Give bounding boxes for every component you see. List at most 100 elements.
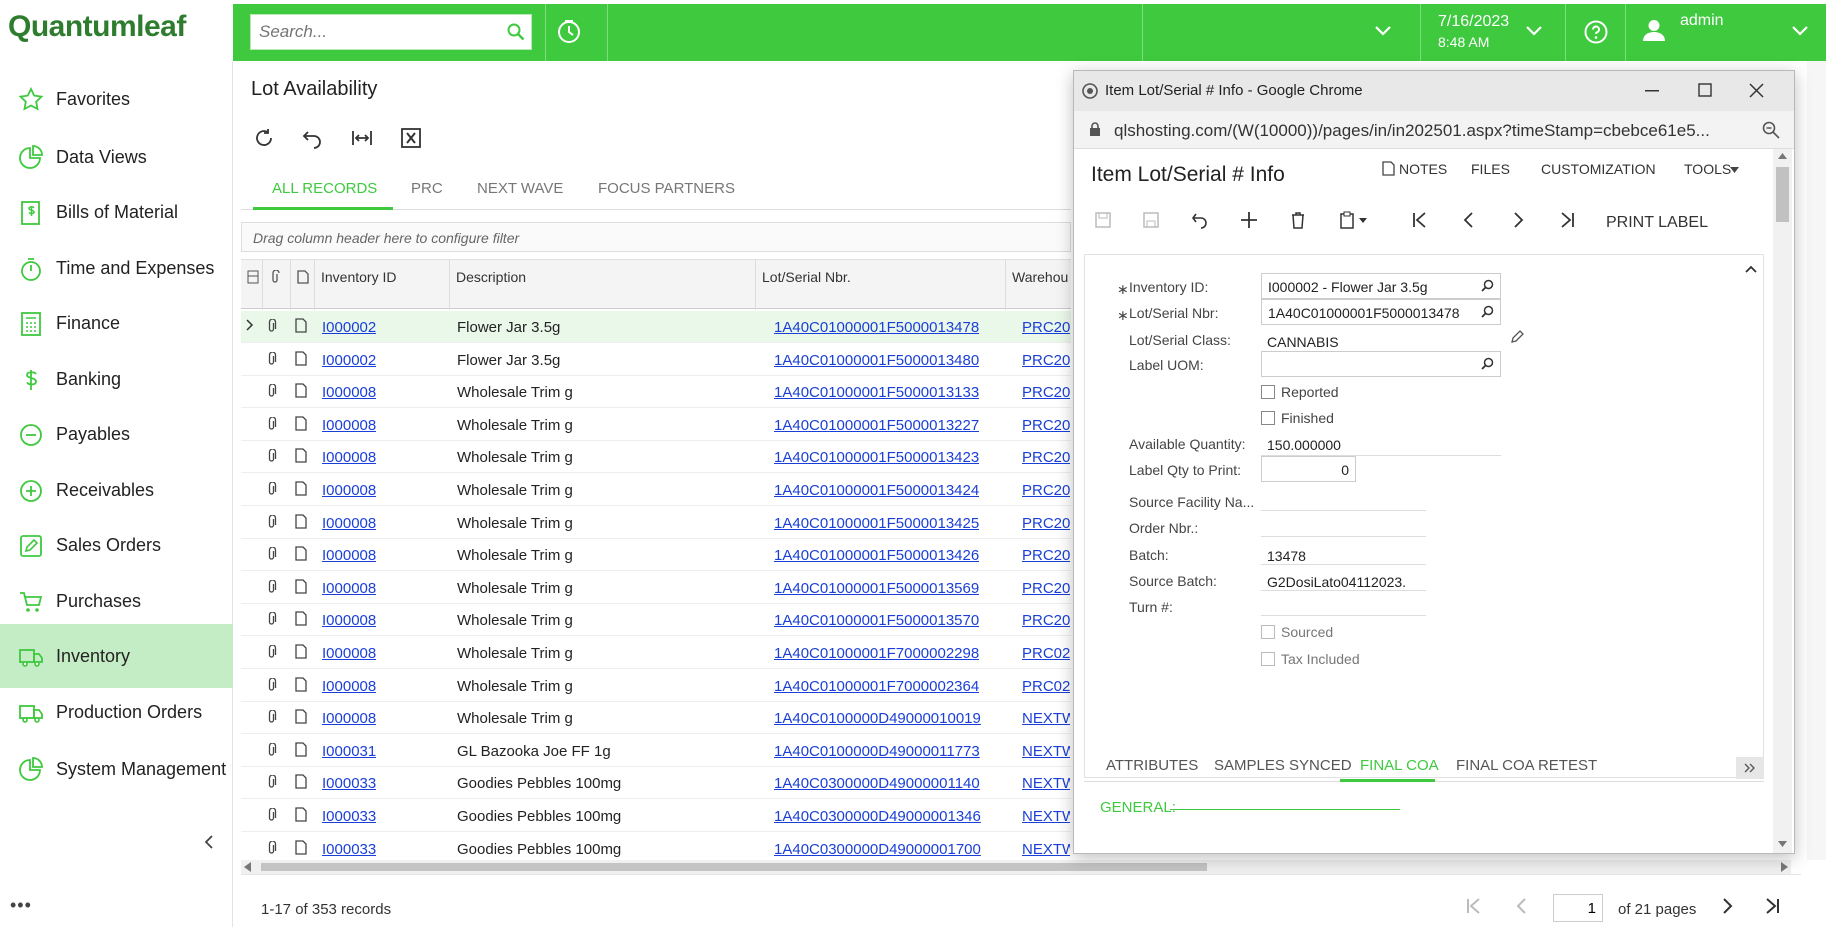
- label-uom-field[interactable]: [1261, 351, 1501, 377]
- warehouse-link[interactable]: NEXTW: [1022, 808, 1070, 825]
- lot-serial-link[interactable]: 1A40C01000001F5000013425: [774, 515, 979, 532]
- inventory-id-link[interactable]: I000008: [322, 417, 376, 434]
- vertical-scrollbar[interactable]: [1773, 149, 1792, 853]
- fit-columns-icon[interactable]: [350, 126, 374, 150]
- tab-focus-partners[interactable]: FOCUS PARTNERS: [598, 180, 735, 197]
- refresh-icon[interactable]: [252, 126, 276, 150]
- files-menu[interactable]: FILES: [1471, 161, 1510, 177]
- last-page-icon[interactable]: [1763, 897, 1781, 915]
- table-row[interactable]: I000031 GL Bazooka Joe FF 1g 1A40C0100000D…: [241, 735, 1071, 767]
- paperclip-icon[interactable]: [266, 319, 277, 333]
- search-input[interactable]: [251, 15, 491, 49]
- select-column-header[interactable]: [241, 260, 263, 310]
- paperclip-icon[interactable]: [266, 645, 277, 659]
- document-icon[interactable]: [295, 318, 307, 333]
- inventory-id-link[interactable]: I000008: [322, 678, 376, 695]
- document-icon[interactable]: [295, 513, 307, 529]
- chevron-down-icon[interactable]: [1526, 26, 1542, 36]
- lot-serial-link[interactable]: 1A40C0300000D49000001346: [774, 808, 981, 825]
- inventory-id-link[interactable]: I000031: [322, 743, 376, 760]
- collapse-sidebar-icon[interactable]: [204, 834, 214, 850]
- lot-serial-link[interactable]: 1A40C0100000D49000011773: [774, 743, 980, 760]
- lot-serial-link[interactable]: 1A40C0300000D49000001140: [774, 775, 980, 792]
- lot-serial-link[interactable]: 1A40C01000001F7000002364: [774, 678, 979, 695]
- user-icon[interactable]: [1642, 18, 1666, 42]
- sourced-checkbox[interactable]: [1261, 625, 1275, 639]
- sidebar-item-bills-of-material[interactable]: Bills of Material: [0, 180, 233, 244]
- save-icon[interactable]: [1142, 211, 1160, 229]
- table-row[interactable]: I000008 Wholesale Trim g 1A40C01000001F700…: [241, 670, 1071, 702]
- table-row[interactable]: I000008 Wholesale Trim g 1A40C01000001F500…: [241, 507, 1071, 539]
- warehouse-link[interactable]: PRC20: [1022, 580, 1070, 597]
- scrollbar-thumb[interactable]: [261, 863, 1207, 871]
- document-icon[interactable]: [295, 416, 307, 431]
- window-titlebar[interactable]: Item Lot/Serial # Info - Google Chrome: [1074, 71, 1794, 111]
- paperclip-icon[interactable]: [266, 482, 277, 496]
- document-icon[interactable]: [295, 676, 307, 692]
- note-icon[interactable]: [1382, 161, 1395, 176]
- next-record-icon[interactable]: [1509, 211, 1527, 229]
- next-page-icon[interactable]: [1718, 897, 1736, 915]
- table-row[interactable]: I000033 Goodies Pebbles 100mg 1A40C0300000…: [241, 767, 1071, 800]
- document-icon[interactable]: [295, 644, 307, 659]
- inventory-id-link[interactable]: I000008: [322, 449, 376, 466]
- finished-checkbox[interactable]: [1261, 411, 1275, 425]
- scroll-right-icon[interactable]: [1780, 862, 1788, 872]
- inventory-id-link[interactable]: I000008: [322, 384, 376, 401]
- lot-serial-link[interactable]: 1A40C01000001F5000013227: [774, 417, 979, 434]
- filter-bar[interactable]: Drag column header here to configure fil…: [241, 222, 1071, 252]
- table-row[interactable]: I000008 Wholesale Trim g 1A40C01000001F500…: [241, 409, 1071, 441]
- search-icon[interactable]: [1481, 279, 1494, 292]
- search-icon[interactable]: [507, 23, 525, 41]
- first-page-icon[interactable]: [1465, 897, 1483, 915]
- zoom-icon[interactable]: [1762, 121, 1780, 139]
- document-icon[interactable]: [295, 481, 307, 496]
- lot-serial-field[interactable]: 1A40C01000001F5000013478: [1261, 299, 1501, 325]
- inventory-id-link[interactable]: I000008: [322, 515, 376, 532]
- table-row[interactable]: I000008 Wholesale Trim g 1A40C01000001F500…: [241, 604, 1071, 637]
- search-icon[interactable]: [1481, 305, 1494, 318]
- warehouse-link[interactable]: PRC20: [1022, 482, 1070, 499]
- delete-icon[interactable]: [1289, 211, 1307, 229]
- address-bar[interactable]: qlshosting.com/(W(10000))/pages/in/in202…: [1074, 111, 1794, 149]
- reported-checkbox[interactable]: [1261, 385, 1275, 399]
- document-icon[interactable]: [295, 709, 307, 724]
- app-logo[interactable]: Quantumleaf: [8, 10, 228, 50]
- paperclip-icon[interactable]: [266, 808, 277, 822]
- help-icon[interactable]: [1584, 20, 1608, 44]
- table-row[interactable]: I000008 Wholesale Trim g 1A40C01000001F500…: [241, 572, 1071, 604]
- sidebar-item-finance[interactable]: Finance: [0, 291, 233, 355]
- lot-serial-link[interactable]: 1A40C0300000D49000001700: [774, 841, 981, 858]
- document-icon[interactable]: [295, 448, 307, 464]
- lot-serial-link[interactable]: 1A40C01000001F5000013424: [774, 482, 979, 499]
- document-icon[interactable]: [295, 611, 307, 627]
- lot-serial-link[interactable]: 1A40C01000001F5000013423: [774, 449, 979, 466]
- label-qty-field[interactable]: 0: [1261, 456, 1356, 482]
- tab-samples-synced[interactable]: SAMPLES SYNCED: [1214, 757, 1352, 774]
- document-icon[interactable]: [295, 742, 307, 757]
- chevron-down-icon[interactable]: [1792, 26, 1808, 36]
- table-row[interactable]: I000008 Wholesale Trim g 1A40C01000001F700…: [241, 637, 1071, 669]
- lot-serial-link[interactable]: 1A40C01000001F5000013480: [774, 352, 979, 369]
- paperclip-icon[interactable]: [266, 579, 277, 594]
- table-row[interactable]: I000002 Flower Jar 3.5g 1A40C01000001F5000…: [241, 311, 1071, 343]
- tab-attributes[interactable]: ATTRIBUTES: [1106, 757, 1198, 774]
- lot-serial-link[interactable]: 1A40C01000001F5000013569: [774, 580, 979, 597]
- more-tabs-button[interactable]: [1736, 757, 1764, 779]
- paperclip-icon[interactable]: [266, 351, 277, 366]
- warehouse-link[interactable]: PRC02: [1022, 645, 1070, 662]
- tax-included-checkbox[interactable]: [1261, 652, 1275, 666]
- document-icon[interactable]: [295, 546, 307, 561]
- warehouse-link[interactable]: NEXTW: [1022, 775, 1070, 792]
- edit-icon[interactable]: [1510, 330, 1524, 344]
- warehouse-link[interactable]: PRC20: [1022, 384, 1070, 401]
- sidebar-item-system-management[interactable]: System Management: [0, 737, 233, 801]
- previous-page-icon[interactable]: [1513, 897, 1531, 915]
- note-column-header[interactable]: [291, 260, 315, 310]
- document-icon[interactable]: [295, 383, 307, 398]
- caret-down-icon[interactable]: [1359, 218, 1367, 223]
- scrollbar-thumb[interactable]: [1776, 167, 1789, 222]
- table-row[interactable]: I000008 Wholesale Trim g 1A40C01000001F500…: [241, 539, 1071, 572]
- document-icon[interactable]: [295, 807, 307, 822]
- table-row[interactable]: I000008 Wholesale Trim g 1A40C01000001F500…: [241, 376, 1071, 409]
